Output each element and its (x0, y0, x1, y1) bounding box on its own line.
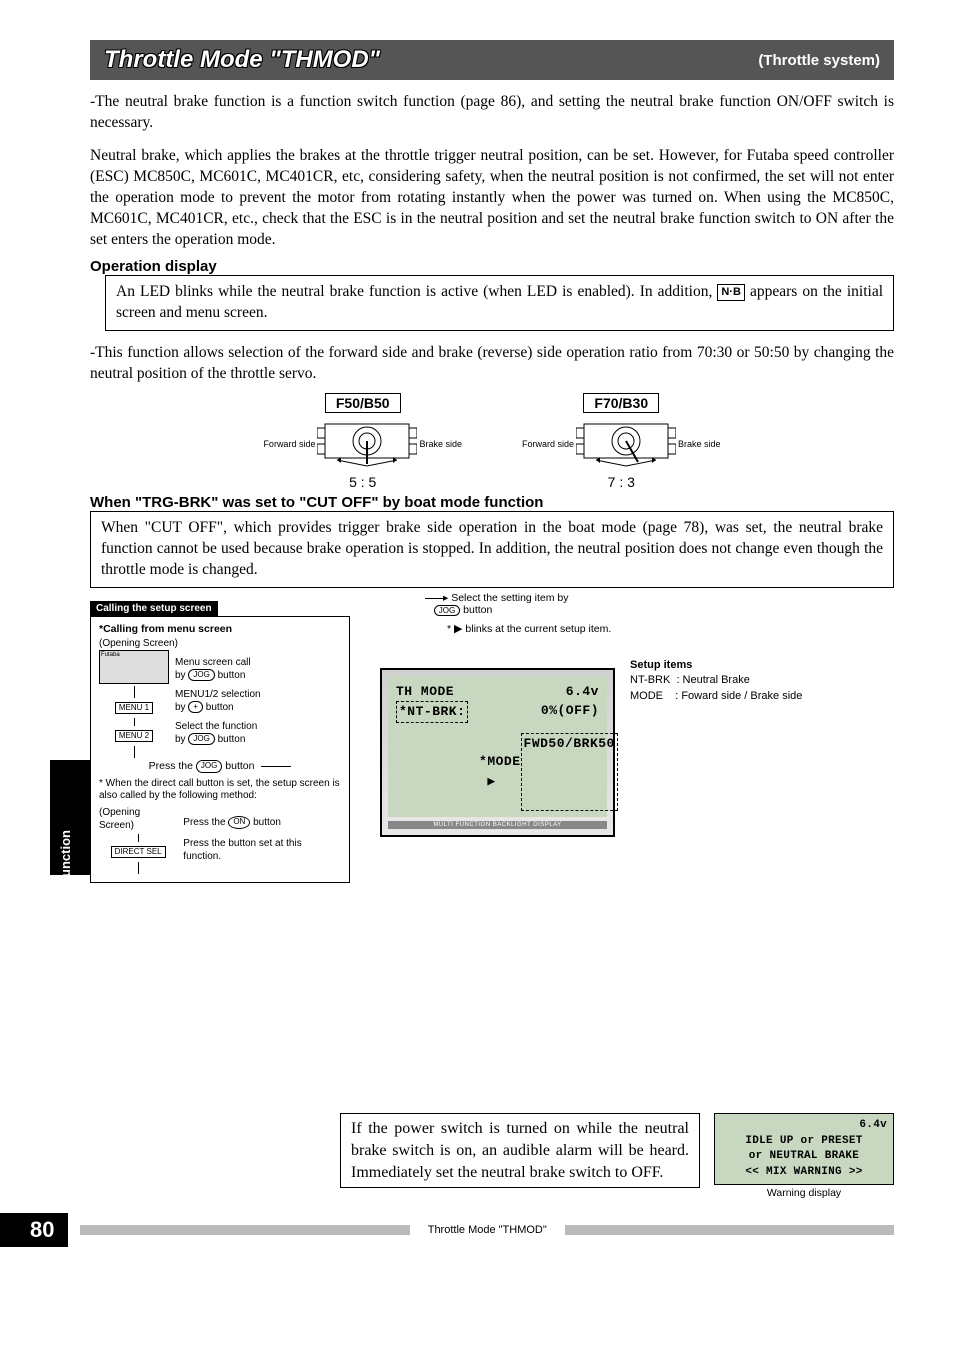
diagram-right-title: F70/B30 (583, 393, 659, 413)
diagram-right-brake-label: Brake side (678, 439, 721, 449)
diagram-right-ratio: 7 : 3 (522, 474, 721, 490)
hint-asterisk: * (447, 623, 451, 635)
warn-lcd-voltage: 6.4v (721, 1118, 887, 1133)
nb-indicator-icon: N·B (717, 284, 745, 301)
button-word-2: button (206, 702, 234, 713)
page-footer: 80 Throttle Mode "THMOD" (50, 1213, 894, 1247)
warning-lcd: 6.4v IDLE UP or PRESET or NEUTRAL BRAKE … (714, 1113, 894, 1199)
lower-instruction-area: Calling the setup screen *Calling from m… (90, 598, 894, 1199)
by-label-1: by (175, 670, 186, 681)
setup-items: Setup items NT-BRK : Neutral Brake MODE … (630, 658, 802, 704)
warning-text-box: If the power switch is turned on while t… (340, 1113, 700, 1188)
button-word-1: button (218, 670, 246, 681)
callbox-opening-label: (Opening Screen) (99, 637, 341, 650)
setup-item-1: NT-BRK : Neutral Brake (630, 673, 802, 688)
direct-call-note: * When the direct call button is set, th… (99, 778, 341, 802)
menu1-chip: MENU 1 (115, 702, 153, 714)
warn-lcd-line3: << MIX WARNING >> (721, 1165, 887, 1180)
footer-rule-right (565, 1225, 894, 1235)
title-subsystem: (Throttle system) (758, 52, 880, 69)
footer-rule-left (80, 1225, 409, 1235)
jog-button-icon: JOG (188, 669, 214, 681)
button-word-5: button (253, 817, 281, 828)
menu-screen-call-label: Menu screen call (175, 657, 251, 668)
hint-block: ▸ Select the setting item by JOG button … (425, 592, 615, 635)
on-button-icon: ON (228, 816, 250, 828)
press-jog-label: Press the (149, 760, 193, 772)
press-on-label: Press the (183, 817, 225, 828)
diagram-right-forward-label: Forward side (522, 439, 574, 449)
jog-button-icon-2: JOG (188, 733, 214, 745)
paragraph-3: -This function allows selection of the f… (90, 343, 894, 385)
menu2-chip: MENU 2 (115, 730, 153, 742)
opening-screen-icon: Futaba (99, 650, 169, 684)
opening-screen-label-2: (Opening Screen) (99, 806, 177, 832)
hint-button-word: button (463, 604, 492, 616)
op-display-text-a: An LED blinks while the neutral brake fu… (116, 283, 717, 300)
button-word-3: button (218, 734, 246, 745)
lcd-display: TH MODE 6.4v *NT-BRK: 0%(OFF) *MODE ▶ FW… (380, 668, 615, 837)
operation-display-heading: Operation display (90, 258, 894, 275)
lcd-arrow-icon: ▶ (487, 774, 495, 789)
title-bar: Throttle Mode "THMOD" (Throttle system) (90, 40, 894, 80)
lcd-mode-value: FWD50/BRK50 (521, 733, 618, 811)
lcd-ntbrk-value: 0%(OFF) (541, 701, 599, 723)
callbox-title: Calling the setup screen (90, 601, 218, 616)
operation-display-box: An LED blinks while the neutral brake fu… (105, 275, 894, 331)
setup-items-heading: Setup items (630, 658, 802, 673)
page-title: Throttle Mode "THMOD" (104, 46, 380, 74)
setup-item-2: MODE : Foward side / Brake side (630, 689, 802, 704)
callbox: *Calling from menu screen (Opening Scree… (90, 616, 350, 883)
side-tab-label: Function (58, 830, 73, 885)
direct-sel-chip: DIRECT SEL (111, 846, 166, 858)
jog-button-icon-4: JOG (434, 605, 460, 616)
by-label-3: by (175, 734, 186, 745)
warn-lcd-line1: IDLE UP or PRESET (721, 1134, 887, 1149)
menu-sel-label: MENU1/2 selection (175, 689, 261, 700)
diagram-left-brake-label: Brake side (419, 439, 462, 449)
diagram-f70b30: F70/B30 Forward side Brake side 7 : 3 (522, 393, 721, 490)
lcd-footer-label: MULTI FUNCTION BACKLIGHT DISPLAY (388, 821, 607, 829)
cutoff-heading: When "TRG-BRK" was set to "CUT OFF" by b… (90, 494, 894, 511)
lcd-row1-right: 6.4v (566, 682, 599, 702)
hint-line1: Select the setting item by (451, 592, 568, 604)
by-label-2: by (175, 702, 186, 713)
warning-display-label: Warning display (714, 1187, 894, 1199)
footer-text: Throttle Mode "THMOD" (422, 1224, 553, 1236)
diagram-f50b50: F50/B50 Forward side Brake side 5 : 5 (263, 393, 462, 490)
button-word-4: button (225, 760, 254, 772)
lcd-mode-label: *MODE (479, 754, 521, 769)
paragraph-1: -The neutral brake function is a functio… (90, 92, 894, 134)
servo-icon (576, 416, 676, 472)
jog-button-icon-3: JOG (196, 760, 222, 772)
select-fn-label: Select the function (175, 721, 257, 732)
cutoff-box: When "CUT OFF", which provides trigger b… (90, 511, 894, 588)
diagram-left-forward-label: Forward side (263, 439, 315, 449)
hint-line2: blinks at the current setup item. (465, 623, 611, 635)
lcd-ntbrk-field: *NT-BRK: (396, 701, 468, 723)
diagram-left-title: F50/B50 (325, 393, 401, 413)
page-number: 80 (0, 1213, 68, 1247)
paragraph-2: Neutral brake, which applies the brakes … (90, 146, 894, 251)
press-set-label: Press the button set at this function. (183, 837, 341, 863)
warning-text: If the power switch is turned on while t… (351, 1120, 689, 1180)
warn-lcd-line2: or NEUTRAL BRAKE (721, 1149, 887, 1164)
lcd-row1-left: TH MODE (396, 682, 454, 702)
servo-diagrams: F50/B50 Forward side Brake side 5 : 5 F7… (90, 393, 894, 490)
diagram-left-ratio: 5 : 5 (263, 474, 462, 490)
servo-icon (317, 416, 417, 472)
callbox-from-menu: *Calling from menu screen (99, 623, 341, 637)
plus-button-icon: + (188, 701, 203, 713)
cutoff-body: When "CUT OFF", which provides trigger b… (101, 519, 883, 578)
